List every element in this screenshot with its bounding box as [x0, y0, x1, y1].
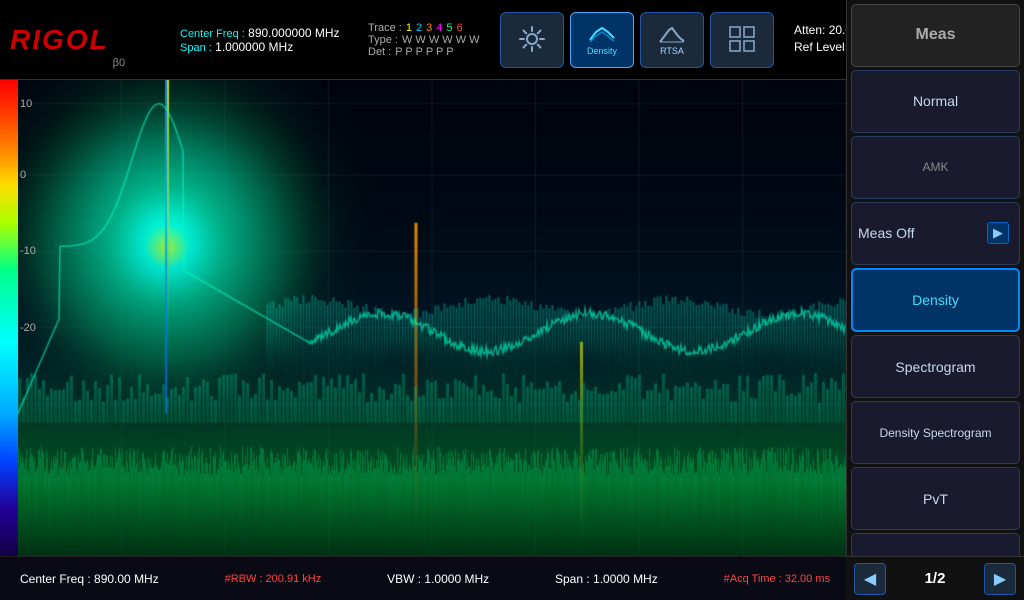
spectrogram-button[interactable]: Spectrogram — [851, 335, 1020, 398]
y-label-neg10: -10 — [20, 245, 36, 257]
spectrum-container: 10 0 -10 -20 — [0, 80, 846, 556]
density-spectrogram-button[interactable]: Density Spectrogram — [851, 401, 1020, 464]
span-row: Span : 1.000000 MHz — [180, 40, 350, 54]
meas-off-button[interactable]: Meas Off ▶ — [851, 202, 1020, 265]
rbw-status: #RBW : 200.91 kHz — [225, 573, 322, 585]
acq-status: #Acq Time : 32.00 ms — [724, 573, 830, 585]
trace-type-row: Type : W W W W W W — [368, 34, 482, 46]
colorbar — [0, 80, 18, 556]
density-view-button[interactable]: Density — [570, 12, 634, 68]
acq-label: #Acq Time : 32.00 ms — [724, 573, 830, 585]
density-button[interactable]: Density — [851, 268, 1020, 333]
center-freq-row: Center Freq : 890.000000 MHz — [180, 26, 350, 40]
trace-area: Trace : 1 2 3 4 5 6 Type : W W W W W W D… — [360, 0, 490, 79]
freq-info: Center Freq : 890.000000 MHz Span : 1.00… — [170, 0, 360, 79]
page-indicator: 1/2 — [925, 570, 946, 587]
settings-button[interactable] — [500, 12, 564, 68]
y-label-10: 10 — [20, 98, 32, 110]
bottom-nav: ◀ 1/2 ▶ — [846, 556, 1024, 600]
grid-button[interactable] — [710, 12, 774, 68]
right-panel: Meas Normal AMK Meas Off ▶ Density Spect… — [846, 0, 1024, 600]
y-label-neg20: -20 — [20, 322, 36, 334]
logo-area: RIGOL β0 — [0, 0, 170, 79]
meas-button[interactable]: Meas — [851, 4, 1020, 67]
amk-button[interactable]: AMK — [851, 136, 1020, 199]
trace-det-row: Det : P P P P P P — [368, 46, 482, 58]
span-status: Span : 1.0000 MHz — [555, 572, 658, 586]
center-freq-status-value: Center Freq : 890.00 MHz — [20, 572, 159, 586]
rigol-logo: RIGOL — [10, 24, 109, 56]
rtsa-button[interactable]: RTSA — [640, 12, 704, 68]
spectrum-canvas — [18, 80, 846, 556]
normal-button[interactable]: Normal — [851, 70, 1020, 133]
pvt-button[interactable]: PvT — [851, 467, 1020, 530]
vbw-value: VBW : 1.0000 MHz — [387, 572, 489, 586]
span-value: Span : 1.0000 MHz — [555, 572, 658, 586]
logo-sub: β0 — [113, 57, 125, 73]
spectrum-plot — [18, 80, 846, 556]
center-buttons: Density RTSA — [490, 0, 784, 79]
center-freq-status: Center Freq : 890.00 MHz — [20, 572, 159, 586]
prev-page-button[interactable]: ◀ — [854, 563, 886, 595]
meas-off-arrow[interactable]: ▶ — [987, 222, 1009, 244]
next-page-button[interactable]: ▶ — [984, 563, 1016, 595]
status-bar: Center Freq : 890.00 MHz #RBW : 200.91 k… — [0, 556, 846, 600]
rbw-label: #RBW : 200.91 kHz — [225, 573, 322, 585]
trace-numbers-row: Trace : 1 2 3 4 5 6 — [368, 22, 482, 34]
y-label-0: 0 — [20, 169, 26, 181]
vbw-status: VBW : 1.0000 MHz — [387, 572, 489, 586]
